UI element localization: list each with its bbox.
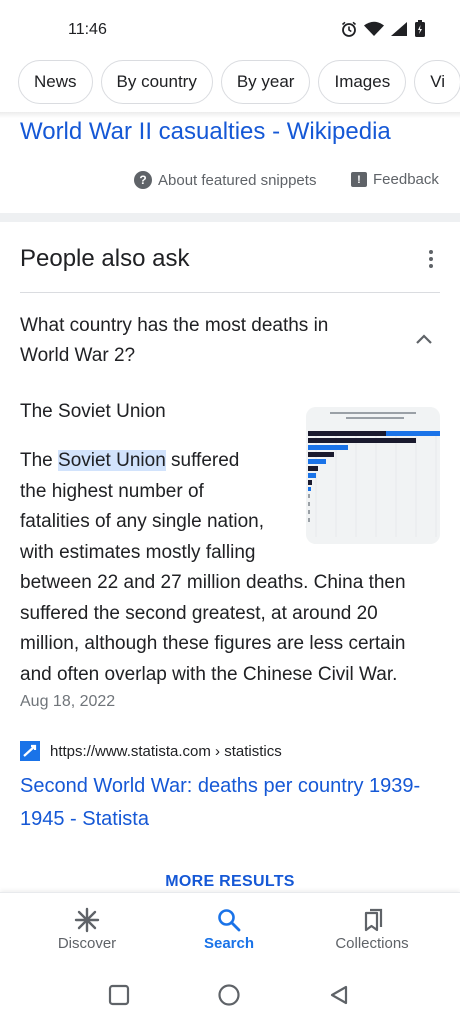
search-icon [169,905,289,935]
result-title-link[interactable]: Second World War: deaths per country 193… [20,770,445,836]
result-source[interactable]: https://www.statista.com › statistics [20,741,282,761]
filter-chips: News By country By year Images Vi [18,60,460,104]
asterisk-icon [27,905,147,935]
alarm-icon [340,20,358,38]
answer-line: fatalities of any single nation, [20,511,264,532]
answer-prefix: The [20,450,59,471]
answer-line: the highest number of [20,480,204,502]
highlighted-term: Soviet Union [58,450,166,471]
nav-search-label: Search [203,935,255,952]
answer-line: suffered the second greatest, at around … [20,602,378,624]
wifi-icon [364,21,384,37]
feedback-label: Feedback [373,171,439,188]
source-url: https://www.statista.com › statistics [50,742,282,760]
collections-icon [312,905,432,935]
nav-collections-label: Collections [335,935,409,952]
chip-videos[interactable]: Vi [414,60,460,104]
nav-discover[interactable]: Discover [27,905,147,952]
featured-result-title-link[interactable]: World War II casualties - Wikipedia [20,118,391,146]
recents-square-icon[interactable] [106,982,132,1008]
status-bar: 11:46 [0,0,460,58]
answer-line: between 22 and 27 million deaths. China … [20,572,406,593]
more-results-button[interactable]: MORE RESULTS [0,873,460,891]
back-triangle-icon[interactable] [326,982,352,1008]
divider [20,292,440,293]
answer-line: and often overlap with the Chinese Civil… [20,663,398,685]
chevron-up-icon[interactable] [412,329,436,349]
more-options-icon[interactable] [420,247,442,271]
signal-icon [390,21,408,37]
status-icons [340,20,426,38]
chip-by-country[interactable]: By country [100,60,213,104]
about-featured-snippets-link[interactable]: ? About featured snippets [134,171,316,189]
feedback-link[interactable]: ! Feedback [351,171,439,188]
feedback-icon: ! [351,172,367,187]
answer-line: with estimates mostly falling [20,541,256,563]
nav-collections[interactable]: Collections [312,905,432,952]
answer-line-1-rest: suffered [165,450,240,471]
answer-line-1: The Soviet Union suffered [20,446,444,477]
nav-search[interactable]: Search [169,905,289,952]
paa-answer-text: The Soviet Union suffered the highest nu… [20,446,444,690]
section-separator [0,213,460,222]
chip-by-year[interactable]: By year [220,60,311,104]
home-circle-icon[interactable] [216,982,242,1008]
about-label: About featured snippets [158,171,317,189]
paa-short-answer: The Soviet Union [20,401,166,422]
chip-news[interactable]: News [18,60,93,104]
chip-images[interactable]: Images [318,60,407,104]
paa-question[interactable]: What country has the most deaths in Worl… [20,311,380,371]
statista-favicon-icon [20,741,40,761]
people-also-ask-heading: People also ask [20,245,190,272]
bottom-navigation: Discover Search Collections [0,892,460,968]
battery-icon [414,20,426,38]
answer-date: Aug 18, 2022 [20,693,116,710]
system-navigation-bar [0,968,460,1022]
snippet-meta: ? About featured snippets ! Feedback [0,171,460,193]
nav-discover-label: Discover [57,935,117,952]
status-time: 11:46 [68,21,107,38]
help-icon: ? [134,171,152,189]
answer-line: million, although these figures are less… [20,633,406,654]
